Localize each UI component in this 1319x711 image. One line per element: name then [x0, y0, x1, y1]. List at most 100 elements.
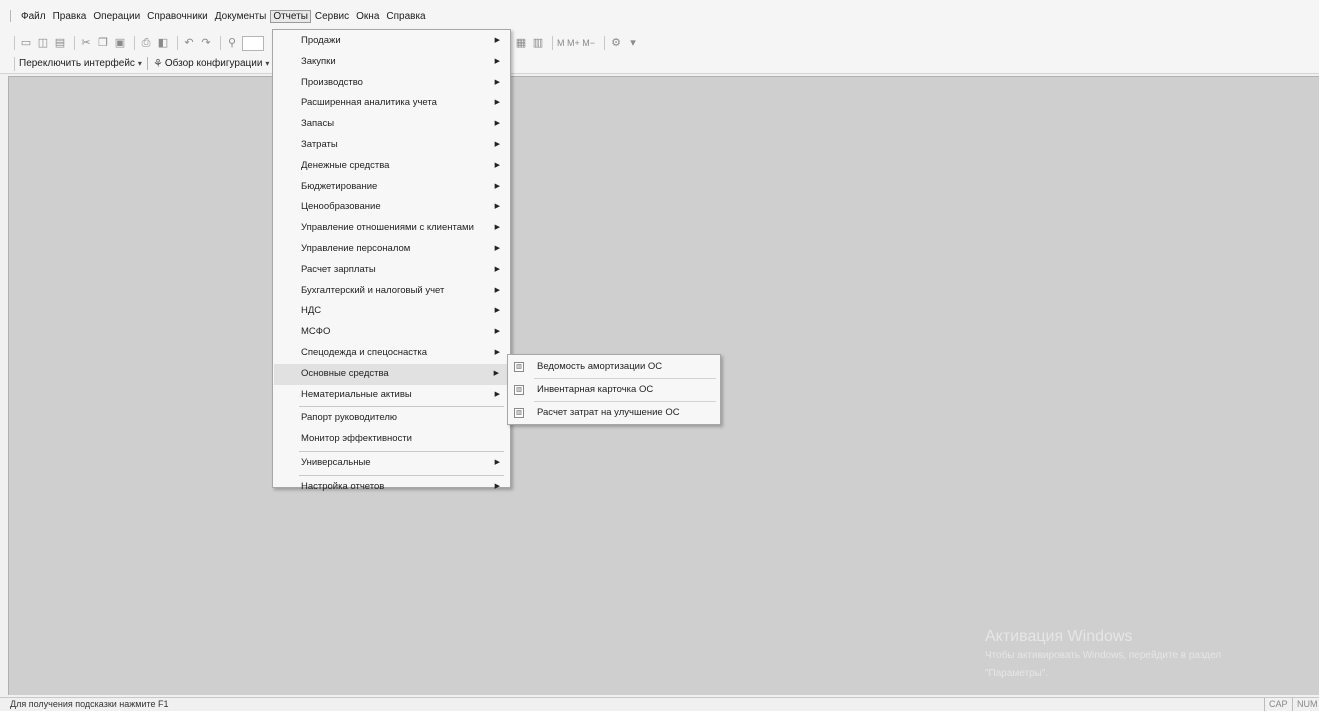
toolbar-separator	[552, 36, 553, 50]
submenu-arrow-icon: ▶	[494, 78, 500, 86]
submenu-arrow-icon: ▶	[494, 182, 500, 190]
menu-item-production[interactable]: Производство ▶	[273, 73, 510, 94]
menu-item-label: Основные средства	[301, 367, 389, 379]
toolbar-grip[interactable]	[14, 56, 15, 71]
menu-edit[interactable]: Правка	[50, 10, 90, 23]
submenu-arrow-icon: ▶	[494, 286, 500, 294]
menu-item-label: Настройка отчетов	[301, 480, 385, 492]
menu-separator	[299, 450, 504, 452]
menu-windows[interactable]: Окна	[353, 10, 382, 23]
submenu-arrow-icon: ▶	[494, 265, 500, 273]
menu-item-sales[interactable]: Продажи ▶	[273, 31, 510, 52]
toolbar-grip[interactable]	[14, 36, 15, 50]
menu-item-label: Бюджетирование	[301, 180, 378, 192]
submenu-item-label: Расчет затрат на улучшение ОС	[537, 407, 680, 418]
menu-item-ifrs[interactable]: МСФО ▶	[273, 322, 510, 343]
config-overview-button[interactable]: ⚘ Обзор конфигурации ▾	[153, 57, 274, 70]
submenu-arrow-icon: ▶	[494, 482, 500, 490]
submenu-arrow-icon: ▶	[494, 161, 500, 169]
search-icon[interactable]: ⚲	[225, 36, 239, 50]
copy-icon[interactable]: ❐	[96, 36, 110, 50]
menu-item-vat[interactable]: НДС ▶	[273, 301, 510, 322]
status-bar: Для получения подсказки нажмите F1 CAP N…	[0, 697, 1319, 711]
menu-item-label: Бухгалтерский и налоговый учет	[301, 284, 445, 296]
menu-item-hr[interactable]: Управление персоналом ▶	[273, 239, 510, 260]
cut-icon[interactable]: ✂	[79, 36, 93, 50]
num-lock-indicator: NUM	[1292, 698, 1319, 711]
submenu-arrow-icon: ▶	[494, 390, 500, 398]
submenu-item-label: Ведомость амортизации ОС	[537, 361, 663, 372]
toolbar-right-group: ▦ ▥ М М+ М− ⚙ ▾	[514, 36, 643, 50]
menu-catalogs[interactable]: Справочники	[144, 10, 211, 23]
menu-item-fixed-assets[interactable]: Основные средства ▶	[274, 363, 509, 385]
menu-item-crm[interactable]: Управление отношениями с клиентами ▶	[273, 218, 510, 239]
menu-item-extended-analytics[interactable]: Расширенная аналитика учета ▶	[273, 93, 510, 114]
menu-item-universal[interactable]: Универсальные ▶	[273, 453, 510, 474]
menu-item-label: Денежные средства	[301, 159, 390, 171]
menu-service[interactable]: Сервис	[312, 10, 352, 23]
menu-item-costs[interactable]: Затраты ▶	[273, 135, 510, 156]
tree-icon: ⚘	[152, 58, 163, 70]
preview-icon[interactable]: ◧	[156, 36, 170, 50]
menu-item-label: Спецодежда и спецоснастка	[301, 346, 428, 358]
submenu-item-inventory-card[interactable]: ▥ Инвентарная карточка ОС	[508, 379, 720, 401]
menu-item-label: Производство	[301, 76, 363, 88]
calendar-icon[interactable]: ▦	[514, 36, 528, 50]
menu-item-label: МСФО	[301, 326, 331, 338]
search-input[interactable]	[242, 35, 264, 51]
menu-documents[interactable]: Документы	[212, 10, 270, 23]
submenu-arrow-icon: ▶	[494, 140, 500, 148]
submenu-item-label: Инвентарная карточка ОС	[537, 384, 654, 395]
menu-item-label: Запасы	[301, 118, 335, 130]
submenu-item-improvement-costs[interactable]: ▥ Расчет затрат на улучшение ОС	[508, 402, 720, 424]
customize-icon[interactable]: ⚙	[609, 36, 623, 50]
menu-item-payroll[interactable]: Расчет зарплаты ▶	[273, 260, 510, 281]
submenu-arrow-icon: ▶	[494, 57, 500, 65]
menu-bar: Файл Правка Операции Справочники Докумен…	[0, 0, 1319, 32]
menu-item-intangible-assets[interactable]: Нематериальные активы ▶	[273, 385, 510, 406]
submenu-arrow-icon: ▶	[494, 307, 500, 315]
menu-item-label: Универсальные	[301, 456, 371, 468]
windows-activation-watermark: Активация Windows Чтобы активировать Win…	[985, 628, 1221, 682]
switch-interface-label: Переключить интерфейс	[19, 58, 135, 69]
menu-item-label: Монитор эффективности	[301, 433, 412, 445]
menu-item-cash[interactable]: Денежные средства ▶	[273, 156, 510, 177]
menu-item-inventory[interactable]: Запасы ▶	[273, 114, 510, 135]
chevron-down-icon[interactable]: ▾	[626, 36, 640, 50]
menu-bar-grip[interactable]	[10, 10, 12, 22]
chevron-down-icon: ▾	[137, 59, 142, 68]
menu-operations[interactable]: Операции	[90, 10, 143, 23]
menu-item-workwear[interactable]: Спецодежда и спецоснастка ▶	[273, 343, 510, 364]
menu-item-label: Затраты	[301, 138, 338, 150]
menu-item-purchases[interactable]: Закупки ▶	[273, 52, 510, 73]
print-icon[interactable]: ⎙	[139, 36, 153, 50]
new-document-icon[interactable]: ▭	[19, 36, 33, 50]
submenu-item-depreciation-statement[interactable]: ▥ Ведомость амортизации ОС	[508, 356, 720, 378]
menu-item-label: Управление отношениями с клиентами	[301, 222, 474, 234]
report-icon: ▥	[514, 408, 524, 418]
submenu-arrow-icon: ▶	[494, 37, 500, 44]
paste-icon[interactable]: ▣	[113, 36, 127, 50]
menu-item-pricing[interactable]: Ценообразование ▶	[273, 197, 510, 218]
memory-buttons[interactable]: М М+ М−	[557, 38, 595, 48]
menu-help[interactable]: Справка	[383, 10, 428, 23]
menu-item-manager-report[interactable]: Рапорт руководителю	[273, 408, 510, 429]
submenu-arrow-icon: ▶	[494, 348, 500, 356]
watermark-line-1: Чтобы активировать Windows, перейдите в …	[985, 650, 1222, 661]
open-icon[interactable]: ◫	[36, 36, 50, 50]
menu-item-label: НДС	[301, 305, 322, 317]
menu-item-accounting[interactable]: Бухгалтерский и налоговый учет ▶	[273, 281, 510, 302]
submenu-arrow-icon: ▶	[493, 369, 499, 377]
undo-icon[interactable]: ↶	[182, 36, 196, 50]
menu-file[interactable]: Файл	[18, 10, 49, 23]
save-icon[interactable]: ▤	[53, 36, 67, 50]
menu-item-efficiency-monitor[interactable]: Монитор эффективности	[273, 429, 510, 450]
menu-item-report-settings[interactable]: Настройка отчетов ▶	[273, 477, 510, 498]
calculator-icon[interactable]: ▥	[531, 36, 545, 50]
redo-icon[interactable]: ↷	[199, 36, 213, 50]
report-icon: ▥	[514, 385, 524, 395]
switch-interface-button[interactable]: Переключить интерфейс ▾	[19, 58, 146, 69]
toolbar-separator	[74, 36, 75, 50]
menu-item-budgeting[interactable]: Бюджетирование ▶	[273, 177, 510, 198]
menu-reports[interactable]: Отчеты	[270, 10, 311, 23]
